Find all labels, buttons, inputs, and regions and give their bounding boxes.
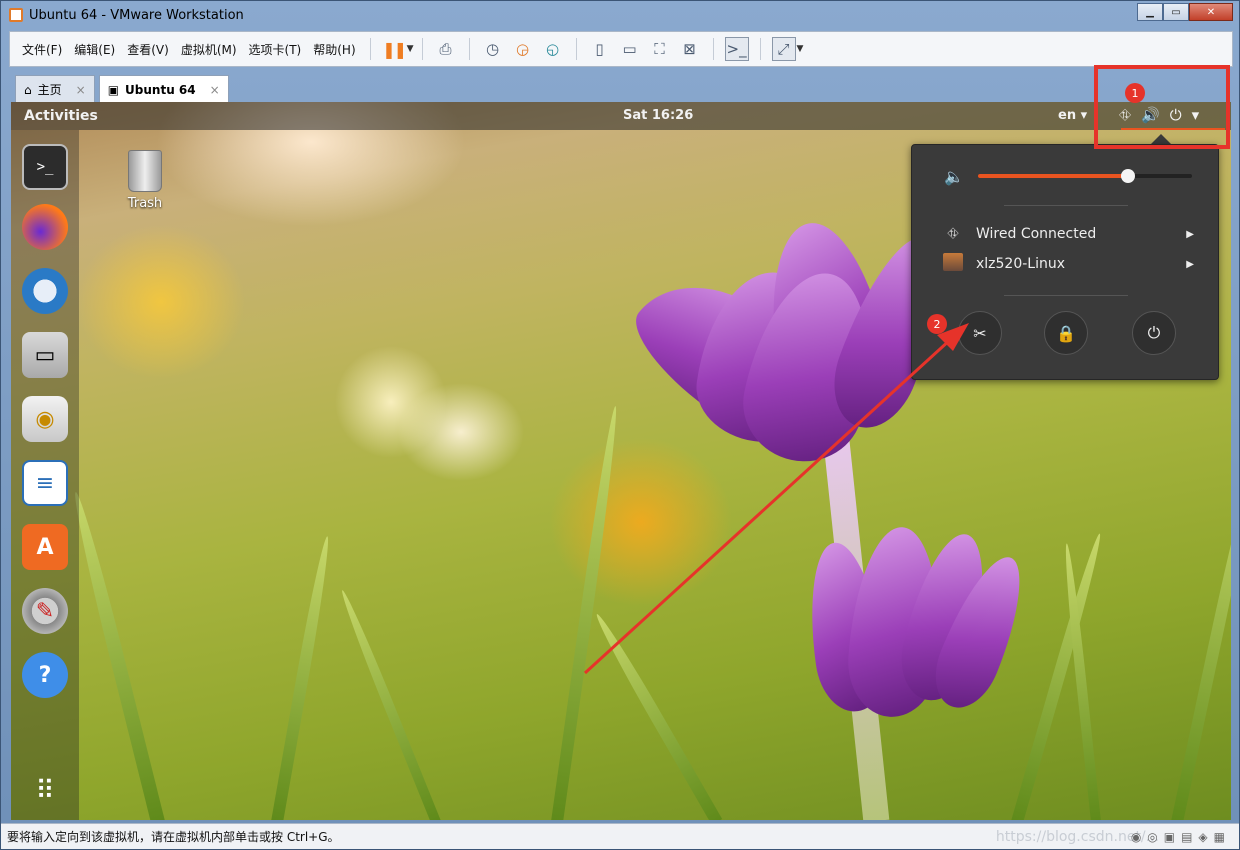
annotation-arrow — [583, 323, 969, 675]
status-text: 要将输入定向到该虚拟机，请在虚拟机内部单击或按 Ctrl+G。 — [7, 830, 340, 844]
arrow-shaft — [583, 337, 953, 675]
vmware-window: Ubuntu 64 - VMware Workstation ▁ ▭ ✕ 文件(… — [0, 0, 1240, 850]
device-status-icons[interactable]: ◉◎▣▤◈▦ — [1131, 830, 1231, 844]
status-bar: 要将输入定向到该虚拟机，请在虚拟机内部单击或按 Ctrl+G。 https://… — [1, 823, 1239, 849]
